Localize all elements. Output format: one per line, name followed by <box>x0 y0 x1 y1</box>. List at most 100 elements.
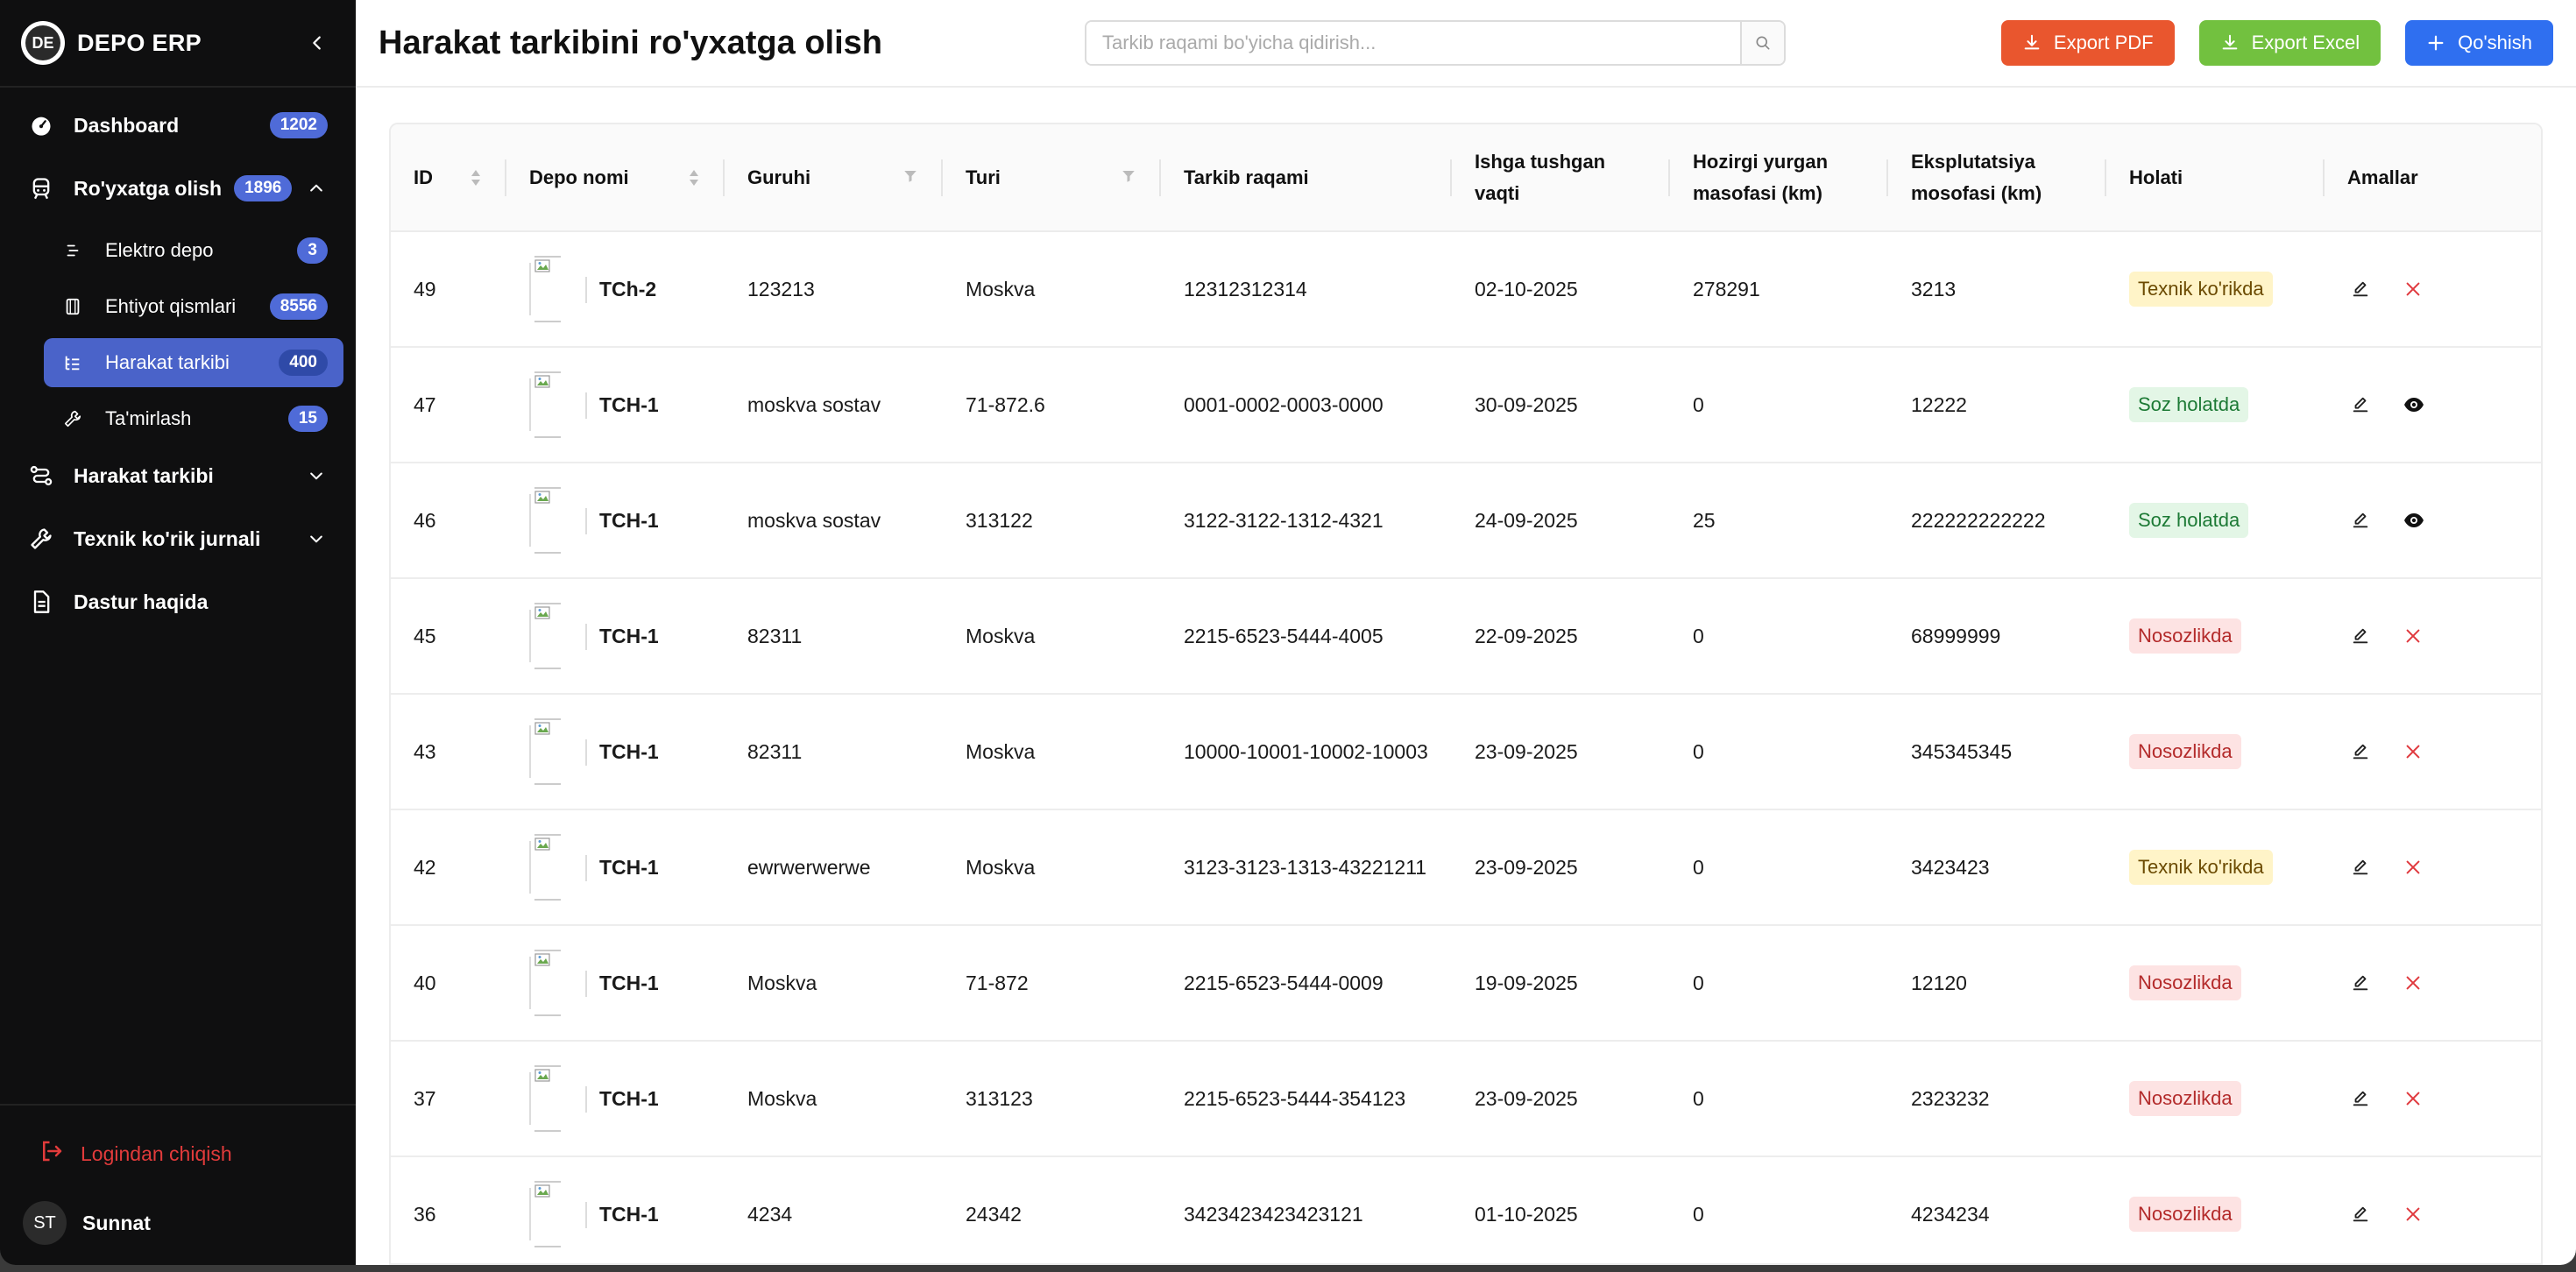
logout-button[interactable]: Logindan chiqish <box>39 1132 333 1176</box>
column-header-group[interactable]: Guruhi <box>725 124 943 232</box>
sidebar-item-about[interactable]: Dastur haqida <box>12 576 343 627</box>
cell-depo: TCH-1 <box>506 694 725 810</box>
edit-icon[interactable] <box>2351 742 2370 761</box>
table-row[interactable]: 42 TCH-1 ewrwerwerwe Moskva 3123-3123-13… <box>391 809 2541 926</box>
sidebar-item-label: Texnik ko'rik jurnali <box>74 526 261 550</box>
edit-icon[interactable] <box>2351 1205 2370 1224</box>
cell-status: Nosozlikda <box>2106 694 2325 810</box>
cell-status: Texnik ko'rikda <box>2106 231 2325 348</box>
chevron-left-icon <box>313 36 321 50</box>
user-profile[interactable]: ST Sunnat <box>23 1198 333 1247</box>
table-row[interactable]: 36 TCH-1 4234 24342 3423423423423121 01-… <box>391 1156 2541 1263</box>
cell-type: Moskva <box>943 809 1161 926</box>
export-pdf-button[interactable]: Export PDF <box>2000 20 2175 66</box>
sidebar-item-dashboard[interactable]: Dashboard 1202 <box>12 100 343 151</box>
cell-id: 46 <box>391 463 506 579</box>
column-label: Turi <box>966 166 1001 188</box>
eye-icon[interactable] <box>2403 510 2424 531</box>
export-pdf-label: Export PDF <box>2053 32 2154 53</box>
cell-exploit-distance: 12222 <box>1888 347 2106 463</box>
edit-icon[interactable] <box>2351 511 2370 530</box>
cell-group: Moskva <box>725 925 943 1042</box>
cell-depo: TCH-1 <box>506 925 725 1042</box>
search-input[interactable] <box>1086 22 1740 64</box>
cell-status: Soz holatda <box>2106 347 2325 463</box>
cell-actions <box>2325 925 2541 1042</box>
add-button[interactable]: Qo'shish <box>2405 20 2553 66</box>
delete-icon[interactable] <box>2403 1205 2423 1224</box>
edit-icon[interactable] <box>2351 395 2370 414</box>
delete-icon[interactable] <box>2403 973 2423 993</box>
filter-icon[interactable] <box>902 162 918 194</box>
column-label: Hozirgi yurgan masofasi (km) <box>1693 150 1829 204</box>
plus-icon <box>2426 33 2445 53</box>
column-header-depo[interactable]: Depo nomi <box>506 124 725 232</box>
cell-number: 10000-10001-10002-10003 <box>1161 694 1452 810</box>
delete-icon[interactable] <box>2403 279 2423 299</box>
edit-icon[interactable] <box>2351 858 2370 877</box>
sidebar-item-label: Elektro depo <box>105 239 214 261</box>
filter-icon[interactable] <box>1121 162 1136 194</box>
export-excel-button[interactable]: Export Excel <box>2198 20 2381 66</box>
cell-group: Moskva <box>725 1041 943 1157</box>
cell-exploit-distance: 68999999 <box>1888 578 2106 695</box>
sidebar-item-repair[interactable]: Ta'mirlash 15 <box>44 394 343 443</box>
cell-id: 49 <box>391 231 506 348</box>
cell-actions <box>2325 463 2541 579</box>
table-row[interactable]: 43 TCH-1 82311 Moskva 10000-10001-10002-… <box>391 694 2541 810</box>
sidebar-item-registration[interactable]: Ro'yxatga olish 1896 <box>12 163 343 214</box>
cell-id: 43 <box>391 694 506 810</box>
cell-group: moskva sostav <box>725 463 943 579</box>
column-label: Holati <box>2129 166 2183 188</box>
cell-status: Texnik ko'rikda <box>2106 809 2325 926</box>
column-header-actions: Amallar <box>2325 124 2541 232</box>
sidebar-item-rolling-stock-group[interactable]: Harakat tarkibi <box>12 450 343 501</box>
depo-name: TCH-1 <box>599 625 659 647</box>
delete-icon[interactable] <box>2403 742 2423 761</box>
table-row[interactable]: 47 TCH-1 moskva sostav 71-872.6 0001-000… <box>391 347 2541 463</box>
cell-number: 2215-6523-5444-0009 <box>1161 925 1452 1042</box>
table-row[interactable]: 37 TCH-1 Moskva 313123 2215-6523-5444-35… <box>391 1041 2541 1157</box>
edit-icon[interactable] <box>2351 973 2370 993</box>
edit-icon[interactable] <box>2351 279 2370 299</box>
depo-cell: TCh-2 <box>529 254 702 324</box>
delete-icon[interactable] <box>2403 626 2423 646</box>
status-badge: Nosozlikda <box>2129 1081 2241 1116</box>
edit-icon[interactable] <box>2351 626 2370 646</box>
table-row[interactable]: 45 TCH-1 82311 Moskva 2215-6523-5444-400… <box>391 578 2541 695</box>
delete-icon[interactable] <box>2403 858 2423 877</box>
sidebar-item-rolling-stock[interactable]: Harakat tarkibi 400 <box>44 338 343 387</box>
cell-actions <box>2325 231 2541 348</box>
sidebar-item-spare-parts[interactable]: Ehtiyot qismlari 8556 <box>44 282 343 331</box>
sidebar-item-inspection-journal[interactable]: Texnik ko'rik jurnali <box>12 513 343 564</box>
download-icon <box>2220 33 2240 53</box>
cell-actions <box>2325 809 2541 926</box>
cell-number: 0001-0002-0003-0000 <box>1161 347 1452 463</box>
edit-icon[interactable] <box>2351 1089 2370 1108</box>
cell-id: 42 <box>391 809 506 926</box>
logout-label: Logindan chiqish <box>81 1141 232 1165</box>
broken-image-icon <box>529 1064 587 1134</box>
search-button[interactable] <box>1740 22 1784 64</box>
column-header-type[interactable]: Turi <box>943 124 1161 232</box>
sort-icon[interactable] <box>470 168 482 187</box>
cell-number: 2215-6523-5444-4005 <box>1161 578 1452 695</box>
column-header-id[interactable]: ID <box>391 124 506 232</box>
cell-type: Moskva <box>943 231 1161 348</box>
status-badge: Soz holatda <box>2129 387 2249 422</box>
cell-current-distance: 25 <box>1670 463 1888 579</box>
delete-icon[interactable] <box>2403 1089 2423 1108</box>
collapse-sidebar-button[interactable] <box>300 25 335 60</box>
depo-name: TCH-1 <box>599 1203 659 1226</box>
column-label: Eksplutatsiya mosofasi (km) <box>1911 150 2042 204</box>
table-row[interactable]: 49 TCh-2 123213 Moskva 12312312314 02-10… <box>391 231 2541 348</box>
sort-icon[interactable] <box>688 168 700 187</box>
table-row[interactable]: 46 TCH-1 moskva sostav 313122 3122-3122-… <box>391 463 2541 579</box>
table-row[interactable]: 40 TCH-1 Moskva 71-872 2215-6523-5444-00… <box>391 925 2541 1042</box>
user-name: Sunnat <box>82 1211 151 1234</box>
sidebar-item-elektro-depo[interactable]: Elektro depo 3 <box>44 226 343 275</box>
cell-number: 3423423423423121 <box>1161 1156 1452 1263</box>
status-badge: Texnik ko'rikda <box>2129 850 2273 885</box>
eye-icon[interactable] <box>2403 394 2424 415</box>
cell-type: 24342 <box>943 1156 1161 1263</box>
